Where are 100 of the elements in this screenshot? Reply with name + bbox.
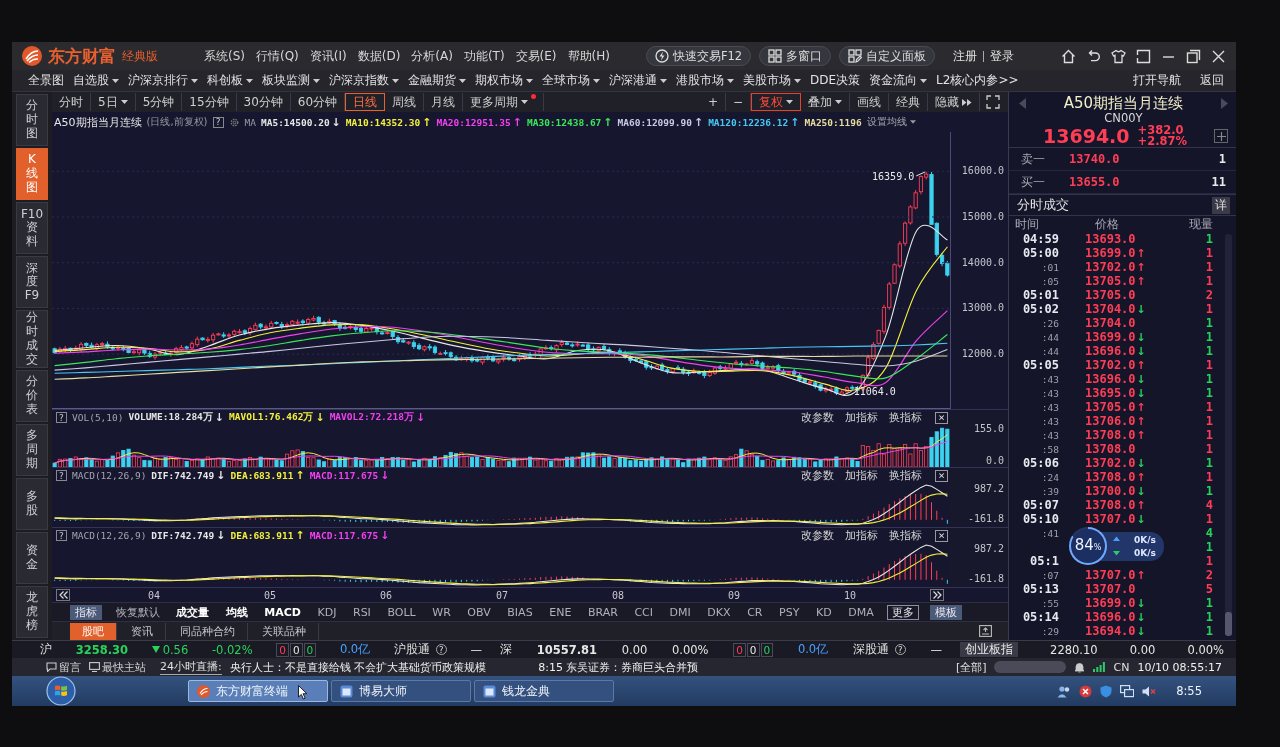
- detail-button[interactable]: 详: [1212, 196, 1230, 214]
- side-tab[interactable]: 深度F9: [16, 256, 48, 309]
- nav-link[interactable]: 返回: [1200, 72, 1224, 89]
- account-link[interactable]: 登录: [990, 47, 1015, 65]
- scrollbar[interactable]: [1225, 234, 1232, 636]
- period-tab[interactable]: 60分钟: [290, 93, 346, 111]
- side-tab[interactable]: 分时成交: [16, 310, 48, 368]
- message-link[interactable]: 留言: [46, 659, 81, 675]
- period-tab[interactable]: 30分钟: [236, 93, 291, 111]
- indicator-tab[interactable]: BRAR: [584, 604, 621, 620]
- connect-label[interactable]: 深股通: [852, 642, 889, 657]
- nav-item[interactable]: 板块监测: [262, 72, 320, 89]
- indicator-tab[interactable]: BIAS: [504, 604, 536, 620]
- menu-item[interactable]: 行情(Q): [256, 47, 299, 65]
- chart-tool-button[interactable]: 经典: [889, 93, 928, 111]
- bell-icon[interactable]: [1074, 661, 1086, 673]
- shirt-icon[interactable]: [1111, 48, 1126, 64]
- menu-item[interactable]: 功能(T): [463, 47, 505, 65]
- nav-item[interactable]: L2核心内参>>: [936, 72, 1019, 89]
- indicator-tab[interactable]: BOLL: [384, 604, 419, 620]
- help-button[interactable]: ?: [56, 470, 67, 481]
- ma-settings-dropdown[interactable]: 设置均线: [866, 115, 916, 129]
- indicator-tab[interactable]: DKX: [704, 604, 734, 620]
- side-tab[interactable]: 龙虎榜: [16, 585, 48, 639]
- chart-tool-button[interactable]: 叠加: [801, 93, 850, 111]
- nav-item[interactable]: 沪深京指数: [329, 72, 399, 89]
- scrollbar-thumb[interactable]: [1225, 612, 1232, 636]
- side-tab[interactable]: 分价表: [16, 369, 48, 422]
- panel-action-link[interactable]: 换指标: [889, 528, 922, 543]
- nav-item[interactable]: 美股市场: [743, 72, 801, 89]
- start-button[interactable]: [46, 676, 76, 706]
- period-tab[interactable]: 月线: [424, 93, 464, 111]
- period-tab[interactable]: 15分钟: [182, 93, 237, 111]
- chart-tool-button[interactable]: +: [700, 93, 726, 111]
- indicator-tab[interactable]: 成交量: [173, 604, 213, 620]
- chart-tool-button[interactable]: 隐藏: [928, 93, 980, 111]
- filter-link[interactable]: [全部]: [955, 659, 987, 675]
- menu-item[interactable]: 帮助(H): [567, 47, 610, 65]
- period-tab[interactable]: 5分钟: [135, 93, 183, 111]
- close-icon[interactable]: [1211, 48, 1226, 64]
- period-tab[interactable]: 日线: [345, 93, 386, 111]
- indicator-tab[interactable]: 恢复默认: [112, 604, 163, 620]
- speaker-muted-icon[interactable]: [1142, 684, 1157, 698]
- side-tab[interactable]: 资金: [16, 531, 48, 584]
- bottom-tab[interactable]: 资讯: [119, 622, 166, 640]
- close-button[interactable]: ×: [935, 411, 948, 424]
- live-feed-label[interactable]: 24小时直播:: [160, 659, 222, 675]
- period-tab[interactable]: 5日: [91, 93, 136, 111]
- menu-item[interactable]: 资讯(I): [309, 47, 347, 65]
- search-field[interactable]: [994, 661, 1067, 673]
- side-tab[interactable]: 分时图: [16, 94, 48, 147]
- indicator-tab[interactable]: DMA: [845, 604, 877, 620]
- help-button[interactable]: ?: [56, 530, 67, 541]
- indicator-tab[interactable]: CCI: [631, 604, 656, 620]
- indicator-tab[interactable]: 更多: [887, 604, 920, 620]
- help-button[interactable]: ?: [56, 412, 67, 423]
- indicator-tab[interactable]: OBV: [464, 604, 494, 620]
- scroll-left-button[interactable]: [56, 589, 70, 601]
- nav-item[interactable]: 沪深京排行: [128, 72, 198, 89]
- indicator-tab[interactable]: 均线: [222, 604, 251, 620]
- side-tab[interactable]: 多周期: [16, 423, 48, 476]
- side-tab[interactable]: K线图: [16, 148, 48, 201]
- indicator-tab[interactable]: MACD: [261, 604, 304, 620]
- indicator-tab[interactable]: KD: [812, 604, 835, 620]
- panel-action-link[interactable]: 改参数: [801, 410, 834, 425]
- nav-item[interactable]: 全球市场: [542, 72, 600, 89]
- nav-item[interactable]: DDE决策: [810, 72, 861, 89]
- nav-item[interactable]: 自选股: [73, 72, 119, 89]
- panel-action-link[interactable]: 换指标: [889, 410, 922, 425]
- expand-icon[interactable]: [979, 625, 992, 637]
- help-button[interactable]: ?: [212, 116, 224, 128]
- maximize-icon[interactable]: [1186, 48, 1201, 64]
- menu-item[interactable]: 数据(D): [357, 47, 401, 65]
- indicator-tab[interactable]: 模板: [929, 604, 962, 620]
- taskbar-button[interactable]: 博易大师: [331, 680, 471, 702]
- multi-window-button[interactable]: 多窗口: [759, 46, 832, 66]
- indicator-tab[interactable]: RSI: [350, 604, 374, 620]
- nav-item[interactable]: 沪深港通: [609, 72, 667, 89]
- shield-icon[interactable]: [1100, 684, 1113, 698]
- close-button[interactable]: ×: [935, 469, 948, 482]
- quick-trade-button[interactable]: 快速交易F12: [645, 46, 752, 66]
- menu-item[interactable]: 交易(E): [515, 47, 557, 65]
- server-link[interactable]: 最快主站: [89, 659, 146, 675]
- nav-item[interactable]: 科创板: [207, 72, 253, 89]
- menu-item[interactable]: 系统(S): [204, 47, 245, 65]
- indicator-tab[interactable]: ENE: [546, 604, 575, 620]
- indicator-tab[interactable]: 指标: [70, 604, 102, 620]
- panel-action-link[interactable]: 改参数: [801, 468, 834, 483]
- fullscreen-icon[interactable]: [986, 95, 1000, 109]
- connect-label[interactable]: 沪股通: [393, 642, 430, 657]
- indicator-tab[interactable]: CR: [744, 604, 766, 620]
- network-icon[interactable]: [1120, 684, 1135, 698]
- add-button[interactable]: [1214, 129, 1228, 143]
- indicator-tab[interactable]: KDJ: [314, 604, 340, 620]
- chart-tool-button[interactable]: 复权: [751, 93, 801, 111]
- home-icon[interactable]: [1061, 48, 1076, 64]
- nav-item[interactable]: 金融期货: [408, 72, 466, 89]
- menu-item[interactable]: 分析(A): [411, 47, 453, 65]
- error-icon[interactable]: [1079, 684, 1093, 698]
- bottom-tab[interactable]: 同品种合约: [168, 622, 248, 640]
